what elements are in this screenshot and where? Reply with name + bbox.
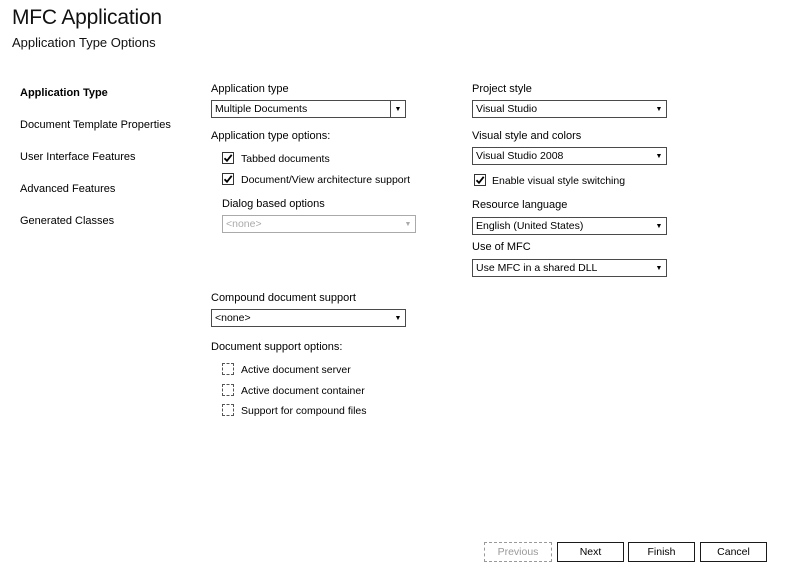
enable-visual-style-switching-checkbox[interactable]	[474, 174, 486, 186]
page-subtitle: Application Type Options	[12, 35, 156, 50]
dialog-based-options-label: Dialog based options	[222, 198, 325, 210]
project-style-label: Project style	[472, 83, 532, 95]
application-type-label: Application type	[211, 83, 289, 95]
enable-visual-style-switching-label: Enable visual style switching	[492, 175, 626, 187]
application-type-options-label: Application type options:	[211, 130, 331, 142]
project-style-value: Visual Studio	[476, 103, 538, 115]
visual-style-value: Visual Studio 2008	[476, 150, 564, 162]
dialog-based-options-value: <none>	[226, 218, 262, 230]
document-view-label: Document/View architecture support	[241, 174, 411, 186]
tabbed-documents-checkbox[interactable]	[222, 152, 234, 164]
compound-files-checkbox[interactable]	[222, 404, 234, 416]
checkmark-icon	[475, 176, 485, 185]
active-document-server-checkbox[interactable]	[222, 363, 234, 375]
finish-button[interactable]: Finish	[628, 542, 695, 562]
compound-document-support-combo[interactable]: <none> ▼	[211, 309, 406, 327]
dropdown-arrow-icon[interactable]: ▼	[391, 310, 405, 326]
previous-button[interactable]: Previous	[484, 542, 552, 562]
checkmark-icon	[223, 154, 233, 163]
dropdown-arrow-icon[interactable]: ▼	[652, 260, 666, 276]
document-view-checkbox[interactable]	[222, 173, 234, 185]
nav-item-user-interface-features[interactable]: User Interface Features	[20, 151, 136, 163]
use-of-mfc-value: Use MFC in a shared DLL	[476, 262, 598, 274]
active-document-server-label: Active document server	[241, 364, 351, 376]
nav-item-advanced-features[interactable]: Advanced Features	[20, 183, 115, 195]
visual-style-label: Visual style and colors	[472, 130, 582, 142]
cancel-button[interactable]: Cancel	[700, 542, 767, 562]
page-title: MFC Application	[12, 6, 162, 29]
checkmark-icon	[223, 175, 233, 184]
compound-files-label: Support for compound files	[241, 405, 367, 417]
dropdown-arrow-icon[interactable]: ▼	[401, 216, 415, 232]
use-of-mfc-label: Use of MFC	[472, 241, 531, 253]
dropdown-arrow-icon[interactable]: ▼	[652, 101, 666, 117]
dialog-based-options-combo[interactable]: <none> ▼	[222, 215, 416, 233]
use-of-mfc-combo[interactable]: Use MFC in a shared DLL ▼	[472, 259, 667, 277]
nav-item-application-type[interactable]: Application Type	[20, 87, 108, 99]
resource-language-combo[interactable]: English (United States) ▼	[472, 217, 667, 235]
document-support-options-label: Document support options:	[211, 341, 343, 353]
dropdown-arrow-icon[interactable]: ▼	[652, 148, 666, 164]
active-document-container-checkbox[interactable]	[222, 384, 234, 396]
compound-document-support-label: Compound document support	[211, 292, 356, 304]
project-style-combo[interactable]: Visual Studio ▼	[472, 100, 667, 118]
dropdown-arrow-icon[interactable]: ▼	[652, 218, 666, 234]
tabbed-documents-label: Tabbed documents	[241, 153, 330, 165]
resource-language-label: Resource language	[472, 199, 568, 211]
compound-document-support-value: <none>	[215, 312, 251, 324]
application-type-combo[interactable]: Multiple Documents ▼	[211, 100, 406, 118]
resource-language-value: English (United States)	[476, 220, 584, 232]
next-button[interactable]: Next	[557, 542, 624, 562]
nav-item-generated-classes[interactable]: Generated Classes	[20, 215, 114, 227]
application-type-value: Multiple Documents	[215, 103, 308, 115]
visual-style-combo[interactable]: Visual Studio 2008 ▼	[472, 147, 667, 165]
nav-item-document-template-properties[interactable]: Document Template Properties	[20, 119, 171, 131]
dropdown-arrow-icon[interactable]: ▼	[390, 101, 405, 117]
active-document-container-label: Active document container	[241, 385, 365, 397]
